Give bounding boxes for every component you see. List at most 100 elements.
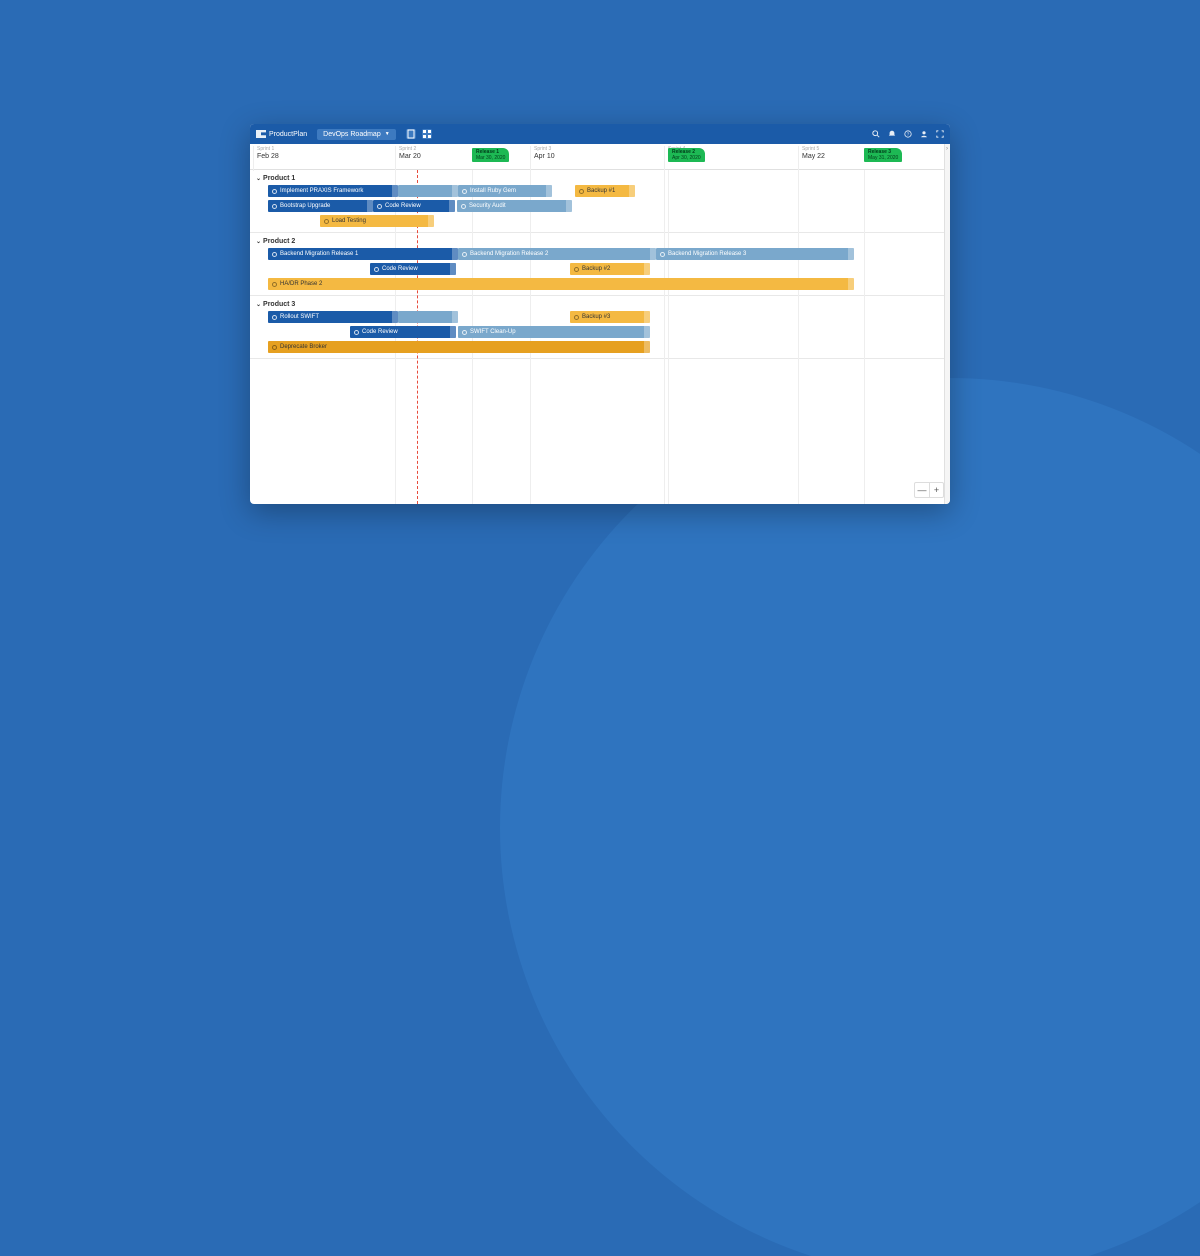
bar-label: HA/DR Phase 2 (280, 281, 322, 287)
roadmap-bar[interactable]: Backup #1 (575, 185, 635, 197)
roadmap-bar[interactable]: Rollout SWIFT (268, 311, 398, 323)
lane-header[interactable]: ⌄Product 2 (250, 236, 950, 247)
search-icon[interactable] (872, 130, 880, 138)
bar-label: Rollout SWIFT (280, 314, 319, 320)
lane-row: Backend Migration Release 1 Backend Migra… (250, 247, 950, 261)
fullscreen-icon[interactable] (936, 130, 944, 138)
bar-label: Deprecate Broker (280, 344, 327, 350)
bar-icon (272, 282, 277, 287)
bar-label: Backend Migration Release 2 (470, 251, 548, 257)
bar-label: Backend Migration Release 3 (668, 251, 746, 257)
lane-title: Product 3 (263, 301, 295, 308)
roadmap-bar[interactable] (398, 185, 458, 197)
bar-label: SWIFT Clean-Up (470, 329, 516, 335)
roadmap-bar[interactable]: Code Review (370, 263, 456, 275)
roadmap-bar[interactable]: Backend Migration Release 1 (268, 248, 458, 260)
svg-text:?: ? (907, 132, 910, 138)
roadmap-bar[interactable]: Code Review (373, 200, 455, 212)
bar-icon (462, 330, 467, 335)
sprint-column: Sprint 1Feb 28 (253, 146, 279, 171)
bar-icon (272, 204, 277, 209)
bar-label: Implement PRAXIS Framework (280, 188, 363, 194)
bar-icon (574, 267, 579, 272)
bar-icon (660, 252, 665, 257)
roadmap-bar[interactable]: Install Ruby Gem (458, 185, 552, 197)
roadmap-selector[interactable]: DevOps Roadmap ▼ (317, 129, 396, 140)
roadmap-bar[interactable]: Security Audit (457, 200, 572, 212)
roadmap-bar[interactable]: Backup #3 (570, 311, 650, 323)
sprint-column: Sprint 2Mar 20 (395, 146, 421, 171)
sprint-date: Mar 20 (399, 153, 421, 160)
bar-icon (579, 189, 584, 194)
lane-row: Rollout SWIFT Backup #3 (250, 310, 950, 324)
roadmap-bar[interactable]: Backup #2 (570, 263, 650, 275)
app-logo[interactable]: ProductPlan (256, 130, 307, 138)
bar-icon (272, 345, 277, 350)
roadmap-body: — + ⌄Product 1Implement PRAXIS Framework… (250, 170, 950, 504)
lane-row: Deprecate Broker (250, 340, 950, 354)
roadmap-bar[interactable]: Code Review (350, 326, 456, 338)
milestone-flag[interactable]: Release 2Apr 30, 2020 (668, 148, 705, 162)
view-grid-button[interactable] (422, 129, 432, 139)
sprint-label: Sprint 2 (399, 146, 421, 152)
bar-icon (574, 315, 579, 320)
roadmap-bar[interactable]: Bootstrap Upgrade (268, 200, 373, 212)
bar-label: Backend Migration Release 1 (280, 251, 358, 257)
bar-label: Backup #2 (582, 266, 610, 272)
sprint-date: Apr 10 (534, 153, 555, 160)
zoom-control: — + (914, 482, 944, 498)
bar-icon (272, 252, 277, 257)
notifications-icon[interactable] (888, 130, 896, 138)
sprint-label: Sprint 1 (257, 146, 279, 152)
zoom-in-button[interactable]: + (929, 483, 943, 497)
bar-icon (462, 189, 467, 194)
lane: ⌄Product 3 Rollout SWIFT Backup #3 Code Rev… (250, 296, 950, 359)
roadmap-bar[interactable]: HA/DR Phase 2 (268, 278, 854, 290)
bar-label: Bootstrap Upgrade (280, 203, 330, 209)
logo-icon (256, 130, 266, 138)
lane: ⌄Product 1 Implement PRAXIS Framework Inst… (250, 170, 950, 233)
lane-row: Load Testing (250, 214, 950, 228)
zoom-out-button[interactable]: — (915, 483, 929, 497)
sprint-column: Sprint 5May 22 (798, 146, 825, 171)
bar-label: Backup #3 (582, 314, 610, 320)
lane-row: Implement PRAXIS Framework Install Ruby G… (250, 184, 950, 198)
lane-header[interactable]: ⌄Product 1 (250, 173, 950, 184)
bar-icon (461, 204, 466, 209)
lane-row: HA/DR Phase 2 (250, 277, 950, 291)
roadmap-bar[interactable]: Deprecate Broker (268, 341, 650, 353)
bar-icon (272, 315, 277, 320)
bar-icon (462, 252, 467, 257)
milestone-flag[interactable]: Release 3May 31, 2020 (864, 148, 902, 162)
roadmap-bar[interactable]: Implement PRAXIS Framework (268, 185, 398, 197)
sprint-label: Sprint 5 (802, 146, 825, 152)
roadmap-bar[interactable]: Load Testing (320, 215, 434, 227)
topbar: ProductPlan DevOps Roadmap ▼ ? (250, 124, 950, 144)
lane-title: Product 1 (263, 175, 295, 182)
user-icon[interactable] (920, 130, 928, 138)
roadmap-bar[interactable]: Backend Migration Release 3 (656, 248, 854, 260)
lane-row: Code Review Backup #2 (250, 262, 950, 276)
milestone-date: Apr 30, 2020 (672, 155, 701, 161)
bar-label: Security Audit (469, 203, 506, 209)
lane-row: Code Review SWIFT Clean-Up (250, 325, 950, 339)
sprint-date: May 22 (802, 153, 825, 160)
chevron-down-icon: ⌄ (256, 175, 261, 182)
sidebar-toggle[interactable] (944, 144, 950, 504)
sprint-label: Sprint 3 (534, 146, 555, 152)
roadmap-bar[interactable]: Backend Migration Release 2 (458, 248, 656, 260)
roadmap-bar[interactable]: SWIFT Clean-Up (458, 326, 650, 338)
bar-label: Backup #1 (587, 188, 615, 194)
bar-label: Code Review (385, 203, 421, 209)
bar-label: Load Testing (332, 218, 366, 224)
lane-header[interactable]: ⌄Product 3 (250, 299, 950, 310)
timeline-header: Sprint 1Feb 28Sprint 2Mar 20Sprint 3Apr … (250, 144, 950, 170)
milestone-flag[interactable]: Release 1Mar 30, 2020 (472, 148, 509, 162)
lane-title: Product 2 (263, 238, 295, 245)
bar-icon (272, 189, 277, 194)
lane: ⌄Product 2Backend Migration Release 1Bac… (250, 233, 950, 296)
view-timeline-button[interactable] (406, 129, 416, 139)
roadmap-bar[interactable] (398, 311, 458, 323)
help-icon[interactable]: ? (904, 130, 912, 138)
chevron-down-icon: ▼ (385, 131, 390, 137)
